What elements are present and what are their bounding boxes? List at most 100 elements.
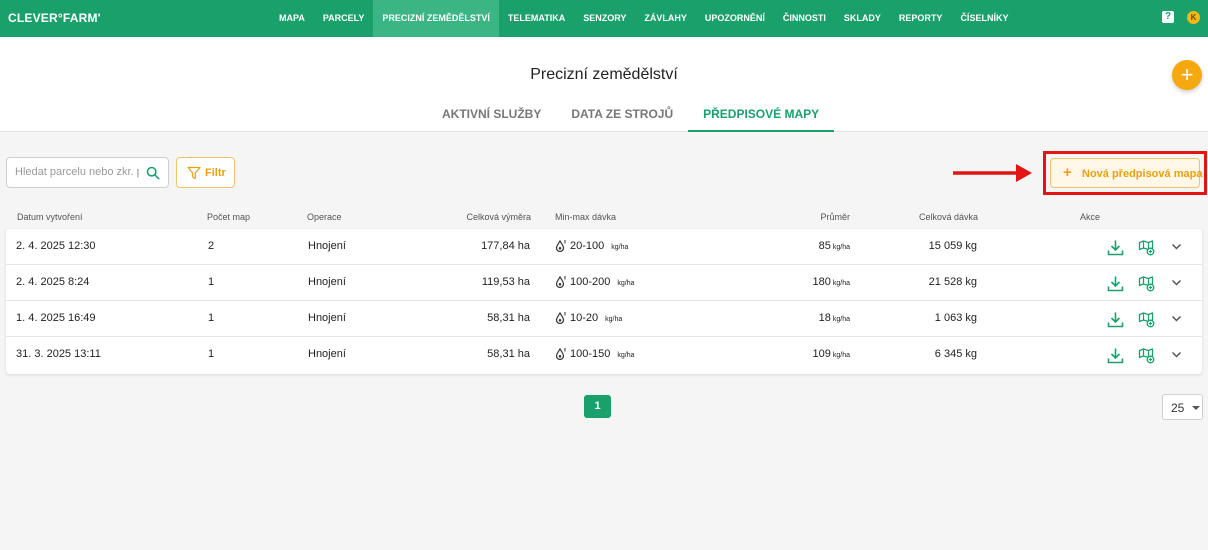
nav-item-reporty[interactable]: REPORTY <box>890 0 952 37</box>
chevron-down-icon[interactable] <box>1171 350 1182 359</box>
table-row[interactable]: 2. 4. 2025 8:24 1 Hnojení 119,53 ha 100-… <box>6 265 1202 301</box>
search-box <box>6 157 169 188</box>
column-header-operation[interactable]: Operace <box>307 212 342 222</box>
cell-operation: Hnojení <box>308 348 346 360</box>
map-export-icon[interactable] <box>1138 239 1155 256</box>
nav-item-cinnosti[interactable]: ČINNOSTI <box>774 0 835 37</box>
cell-count: 1 <box>208 312 215 324</box>
cell-avg: 109 kg/ha <box>750 348 850 360</box>
tab-bar: AKTIVNÍ SLUŽBY DATA ZE STROJŮ PŘEDPISOVÉ… <box>427 99 835 132</box>
cell-area: 58,31 ha <box>487 348 530 360</box>
table-row[interactable]: 31. 3. 2025 13:11 1 Hnojení 58,31 ha 100… <box>6 337 1202 373</box>
minmax-unit: kg/ha <box>611 244 629 251</box>
column-header-total[interactable]: Celková dávka <box>878 212 978 222</box>
user-avatar[interactable]: K <box>1187 11 1200 24</box>
cell-count: 1 <box>208 276 215 288</box>
cell-total: 21 528 kg <box>928 276 977 288</box>
search-input[interactable] <box>15 166 139 178</box>
download-icon[interactable] <box>1107 239 1124 256</box>
cell-operation: Hnojení <box>308 240 346 252</box>
cell-total: 6 345 kg <box>934 348 977 360</box>
new-prescription-map-button[interactable]: + Nová předpisová mapa <box>1050 158 1203 188</box>
nav-item-mapa[interactable]: MAPA <box>270 0 314 37</box>
top-navigation-bar: CLEVER°FARM' MAPA PARCELY PRECIZNÍ ZEMĚD… <box>0 0 1208 37</box>
table-row[interactable]: 2. 4. 2025 12:30 2 Hnojení 177,84 ha 20-… <box>6 229 1202 265</box>
table-row[interactable]: 1. 4. 2025 16:49 1 Hnojení 58,31 ha 10-2… <box>6 301 1202 337</box>
minmax-value: 20-100 <box>570 240 605 252</box>
avg-value: 85 <box>818 240 831 252</box>
minmax-unit: kg/ha <box>617 280 635 287</box>
column-header-avg[interactable]: Průměr <box>750 212 850 222</box>
avg-value: 180 <box>812 276 831 288</box>
nav-item-precizni-zemedelstvi[interactable]: PRECIZNÍ ZEMĚDĚLSTVÍ <box>373 0 499 37</box>
search-icon[interactable] <box>146 166 160 180</box>
tab-data-ze-stroju[interactable]: DATA ZE STROJŮ <box>556 99 688 132</box>
tab-aktivni-sluzby[interactable]: AKTIVNÍ SLUŽBY <box>427 99 556 132</box>
map-export-icon[interactable] <box>1138 275 1155 292</box>
minmax-unit: kg/ha <box>605 316 623 323</box>
tab-predpisove-mapy[interactable]: PŘEDPISOVÉ MAPY <box>688 99 835 132</box>
chevron-down-icon[interactable] <box>1171 242 1182 251</box>
cell-area: 119,53 ha <box>481 276 530 288</box>
nav-item-telematika[interactable]: TELEMATIKA <box>499 0 574 37</box>
nav-item-upozorneni[interactable]: UPOZORNĚNÍ <box>696 0 774 37</box>
map-export-icon[interactable] <box>1138 311 1155 328</box>
pagination-page-1[interactable]: 1 <box>584 395 611 418</box>
column-header-area[interactable]: Celková výměra <box>431 212 531 222</box>
column-header-count[interactable]: Počet map <box>207 212 250 222</box>
avg-unit: kg/ha <box>832 280 850 287</box>
minmax-value: 10-20 <box>570 312 599 324</box>
download-icon[interactable] <box>1107 311 1124 328</box>
avg-unit: kg/ha <box>832 244 850 251</box>
chevron-down-icon[interactable] <box>1171 278 1182 287</box>
avg-value: 109 <box>812 348 831 360</box>
rows-per-page-select[interactable]: 25 <box>1162 394 1203 420</box>
nav-item-ciselniky[interactable]: ČÍSELNÍKY <box>951 0 1017 37</box>
page-header: Precizní zemědělství + AKTIVNÍ SLUŽBY DA… <box>0 37 1208 132</box>
cell-date: 2. 4. 2025 8:24 <box>16 276 90 288</box>
new-prescription-map-label: Nová předpisová mapa <box>1082 168 1203 180</box>
cell-total: 1 063 kg <box>934 312 977 324</box>
column-header-actions: Akce <box>1080 212 1101 222</box>
filter-icon <box>187 166 201 180</box>
column-header-minmax[interactable]: Min-max dávka <box>555 212 616 222</box>
nav-item-senzory[interactable]: SENZORY <box>574 0 635 37</box>
cell-operation: Hnojení <box>308 312 346 324</box>
minmax-unit: kg/ha <box>617 352 635 359</box>
plus-icon: + <box>1063 164 1072 181</box>
chevron-down-icon[interactable] <box>1171 314 1182 323</box>
cell-date: 2. 4. 2025 12:30 <box>16 240 96 252</box>
nav-item-zavlahy[interactable]: ZÁVLAHY <box>635 0 696 37</box>
droplet-icon <box>555 239 566 253</box>
cell-avg: 180 kg/ha <box>750 276 850 288</box>
nav-item-parcely[interactable]: PARCELY <box>314 0 374 37</box>
add-fab-button[interactable]: + <box>1172 60 1202 90</box>
avg-value: 18 <box>818 312 831 324</box>
help-icon[interactable]: ? <box>1162 11 1174 23</box>
nav-item-sklady[interactable]: SKLADY <box>835 0 890 37</box>
droplet-icon <box>555 275 566 289</box>
column-header-date[interactable]: Datum vytvoření <box>17 212 83 222</box>
avg-unit: kg/ha <box>832 352 850 359</box>
cell-minmax: 10-20 kg/ha <box>570 312 622 324</box>
map-export-icon[interactable] <box>1138 347 1155 364</box>
download-icon[interactable] <box>1107 275 1124 292</box>
minmax-value: 100-150 <box>570 348 611 360</box>
cell-avg: 85 kg/ha <box>750 240 850 252</box>
cell-count: 1 <box>208 348 215 360</box>
rows-per-page-value: 25 <box>1171 401 1185 415</box>
cell-date: 31. 3. 2025 13:11 <box>16 348 101 360</box>
filter-button[interactable]: Filtr <box>176 157 235 188</box>
minmax-value: 100-200 <box>570 276 611 288</box>
highlight-frame: + Nová předpisová mapa <box>1043 151 1207 195</box>
cell-date: 1. 4. 2025 16:49 <box>16 312 96 324</box>
cell-area: 177,84 ha <box>481 240 530 252</box>
cell-minmax: 20-100 kg/ha <box>570 240 628 252</box>
cell-total: 15 059 kg <box>928 240 977 252</box>
page-title: Precizní zemědělství <box>530 66 678 83</box>
app-logo[interactable]: CLEVER°FARM' <box>8 11 101 25</box>
prescription-maps-table: 2. 4. 2025 12:30 2 Hnojení 177,84 ha 20-… <box>6 229 1202 374</box>
cell-operation: Hnojení <box>308 276 346 288</box>
droplet-icon <box>555 347 566 361</box>
download-icon[interactable] <box>1107 347 1124 364</box>
